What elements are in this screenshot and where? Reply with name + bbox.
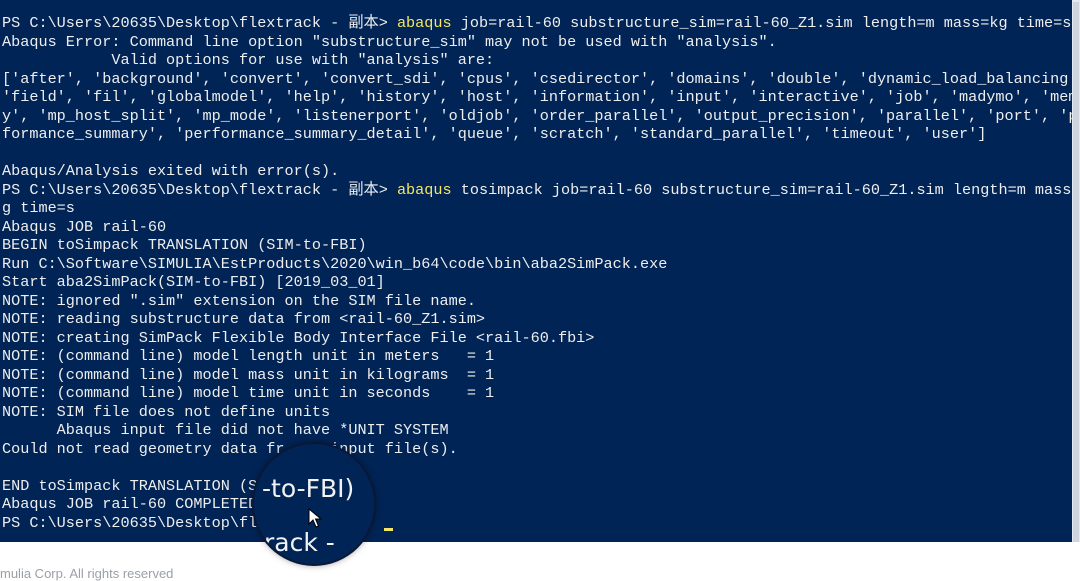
terminal-line: NOTE: (command line) model length unit i… <box>2 347 1072 366</box>
terminal-line: NOTE: creating SimPack Flexible Body Int… <box>2 328 1072 348</box>
output-text: formance_summary', 'performance_summary_… <box>2 125 987 143</box>
shell-prompt: PS C:\Users\20635\Desktop\flextrack - 副本… <box>2 180 397 199</box>
scrollbar[interactable] <box>1072 0 1080 542</box>
terminal-line: formance_summary', 'performance_summary_… <box>2 125 1072 144</box>
output-text: Abaqus/Analysis exited with error(s). <box>2 162 340 180</box>
command-arguments: tosimpack job=rail-60 substructure_sim=r… <box>451 180 1076 199</box>
terminal-line: NOTE: ignored ".sim" extension on the SI… <box>2 291 1072 311</box>
scrollbar-thumb[interactable] <box>1073 2 1079 542</box>
terminal-line: PS C:\Users\20635\Desktop\fle 本> <box>2 514 1072 533</box>
terminal-line: NOTE: (command line) model time unit in … <box>2 384 1072 403</box>
output-text: g time=s <box>2 199 75 217</box>
terminal-line: END toSimpack TRANSLATION (S <box>2 476 1072 496</box>
command-name: abaqus <box>396 14 452 32</box>
output-text: NOTE: reading substructure data from <ra… <box>2 310 486 328</box>
output-text: NOTE: creating SimPack Flexible Body Int… <box>2 328 595 347</box>
footer-copyright: mulia Corp. All rights reserved <box>0 566 174 581</box>
output-text: Run C:\Software\SIMULIA\EstProducts\2020… <box>2 254 668 273</box>
output-text: ['after', 'background', 'convert', 'conv… <box>2 69 1076 88</box>
output-text: y', 'mp_host_split', 'mp_mode', 'listene… <box>2 106 1076 125</box>
shell-prompt: PS C:\Users\20635\Desktop\flextrack - 副本… <box>2 14 397 32</box>
output-text: Could not read geometry data fr input fi… <box>2 439 458 458</box>
output-text: Abaqus input file did not have *UNIT SYS… <box>2 421 449 439</box>
output-text: Start aba2SimPack(SIM-to-FBI) [2019_03_0… <box>2 273 385 291</box>
magnified-text: -to-FBI) <box>262 474 355 503</box>
text-cursor <box>383 527 393 531</box>
terminal-line: BEGIN toSimpack TRANSLATION (SIM-to-FBI) <box>2 236 1072 255</box>
output-text: Abaqus Error: Command line option "subst… <box>2 32 777 51</box>
output-text: NOTE: (command line) model mass unit in … <box>2 365 495 384</box>
terminal-line: Could not read geometry data fr input fi… <box>2 439 1072 459</box>
terminal-line: Abaqus input file did not have *UNIT SYS… <box>2 421 1072 440</box>
terminal-line: Abaqus Error: Command line option "subst… <box>2 32 1072 52</box>
terminal-line: Abaqus/Analysis exited with error(s). <box>2 162 1072 181</box>
powershell-terminal[interactable]: PS C:\Users\20635\Desktop\flextrack - 副本… <box>0 0 1076 542</box>
terminal-line: Valid options for use with "analysis" ar… <box>2 51 1072 70</box>
terminal-line: Run C:\Software\SIMULIA\EstProducts\2020… <box>2 254 1072 274</box>
output-text: NOTE: (command line) model time unit in … <box>2 384 495 402</box>
output-text: END toSimpack TRANSLATION (S <box>2 476 258 495</box>
output-text: Abaqus JOB rail-60 COMPLETED <box>2 495 258 513</box>
output-text: NOTE: SIM file does not define units <box>2 402 331 421</box>
magnified-text: rack - <box>264 528 335 557</box>
terminal-line: Abaqus JOB rail-60 <box>2 217 1072 237</box>
mouse-pointer-icon <box>308 508 322 528</box>
terminal-line: Abaqus JOB rail-60 COMPLETED <box>2 495 1072 514</box>
terminal-line: NOTE: reading substructure data from <ra… <box>2 310 1072 329</box>
output-text: BEGIN toSimpack TRANSLATION (SIM-to-FBI) <box>2 236 367 254</box>
terminal-line: NOTE: (command line) model mass unit in … <box>2 365 1072 385</box>
terminal-line: 'field', 'fil', 'globalmodel', 'help', '… <box>2 88 1076 107</box>
terminal-line: ['after', 'background', 'convert', 'conv… <box>2 69 1076 89</box>
terminal-line: NOTE: SIM file does not define units <box>2 402 1072 422</box>
terminal-line: g time=s <box>2 199 1072 218</box>
terminal-line: Start aba2SimPack(SIM-to-FBI) [2019_03_0… <box>2 273 1072 292</box>
terminal-line: PS C:\Users\20635\Desktop\flextrack - 副本… <box>2 180 1076 200</box>
output-text: NOTE: ignored ".sim" extension on the SI… <box>2 291 476 310</box>
command-arguments: job=rail-60 substructure_sim=rail-60_Z1.… <box>451 14 1072 32</box>
command-name: abaqus <box>396 180 452 199</box>
terminal-line: y', 'mp_host_split', 'mp_mode', 'listene… <box>2 106 1076 126</box>
output-text: 'field', 'fil', 'globalmodel', 'help', '… <box>2 88 1076 106</box>
output-text: Valid options for use with "analysis" ar… <box>2 51 495 69</box>
terminal-line: PS C:\Users\20635\Desktop\flextrack - 副本… <box>2 14 1072 33</box>
magnifier-lens: -to-FBI) rack - <box>254 444 374 564</box>
terminal-output: PS C:\Users\20635\Desktop\flextrack - 副本… <box>2 14 1076 533</box>
output-text: Abaqus JOB rail-60 <box>2 217 167 236</box>
output-text: NOTE: (command line) model length unit i… <box>2 347 495 365</box>
